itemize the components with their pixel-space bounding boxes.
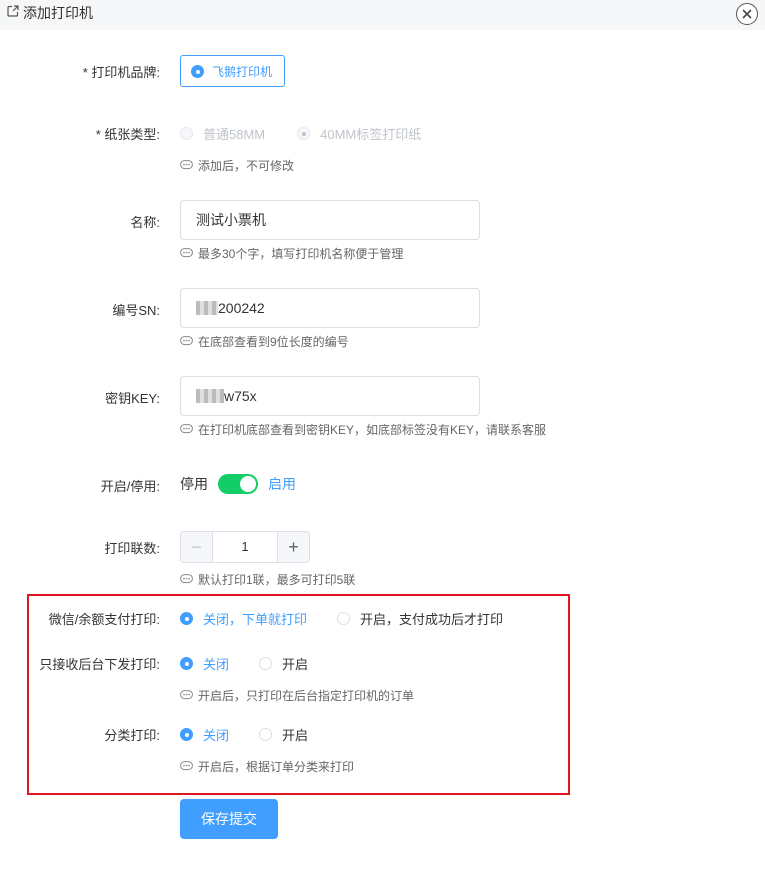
backend-only-radio-group: 关闭 开启	[180, 654, 338, 673]
dialog-titlebar: 添加打印机	[0, 0, 765, 30]
hint-text: 最多30个字，填写打印机名称便于管理	[198, 247, 404, 261]
hint-text: 在底部查看到9位长度的编号	[198, 335, 349, 349]
category-print-option-on[interactable]: 开启	[259, 725, 308, 744]
name-label: 名称:	[130, 215, 160, 230]
sn-label: 编号SN:	[112, 303, 160, 318]
sn-input[interactable]: 200242	[180, 288, 480, 328]
key-input[interactable]: w75x	[180, 376, 480, 416]
enable-toggle[interactable]	[218, 474, 258, 494]
radio-dot-icon	[180, 127, 193, 140]
hint-text: 开启后，根据订单分类来打印	[198, 760, 355, 774]
category-print-hint: 开启后，根据订单分类来打印	[180, 758, 354, 775]
close-icon	[742, 9, 752, 19]
external-link-icon	[7, 5, 19, 17]
radio-dot-icon	[191, 64, 204, 78]
speech-bubble-icon	[180, 160, 193, 170]
radio-label: 关闭	[203, 728, 230, 743]
save-submit-button[interactable]: 保存提交	[180, 799, 278, 839]
radio-dot-icon	[259, 657, 273, 670]
brand-option-label: 飞鹅打印机	[212, 64, 273, 79]
radio-dot-icon	[180, 657, 193, 670]
enable-label: 开启/停用:	[100, 479, 160, 494]
radio-dot-icon	[180, 612, 193, 625]
speech-bubble-icon	[180, 761, 193, 771]
hint-text: 添加后，不可修改	[198, 159, 295, 173]
redacted-mask	[196, 301, 218, 315]
copies-hint: 默认打印1联，最多可打印5联	[180, 571, 355, 588]
paper-label: * 纸张类型:	[95, 127, 160, 142]
sn-hint: 在底部查看到9位长度的编号	[180, 333, 349, 350]
key-control: w75x	[180, 376, 480, 416]
brand-option-button[interactable]: 飞鹅打印机	[180, 55, 286, 87]
brand-radio[interactable]	[191, 64, 204, 78]
radio-label: 关闭	[203, 657, 230, 672]
name-hint: 最多30个字，填写打印机名称便于管理	[180, 245, 403, 262]
radio-dot-icon	[297, 127, 311, 140]
radio-label: 开启，支付成功后才打印	[360, 612, 504, 627]
category-print-option-off[interactable]: 关闭	[180, 725, 229, 744]
sn-input-value: 200242	[218, 300, 265, 316]
paper-radio-group: 普通58MM 40MM标签打印纸	[180, 124, 451, 143]
radio-dot-icon	[180, 728, 193, 741]
radio-label: 开启	[282, 728, 309, 743]
hint-text: 默认打印1联，最多可打印5联	[198, 573, 356, 587]
speech-bubble-icon	[180, 336, 193, 346]
paper-option-58mm[interactable]: 普通58MM	[180, 124, 265, 143]
paper-option-label: 40MM标签打印纸	[320, 127, 422, 142]
backend-only-option-off[interactable]: 关闭	[180, 654, 229, 673]
switch-on-text: 启用	[268, 476, 296, 492]
key-hint: 在打印机底部查看到密钥KEY，如底部标签没有KEY，请联系客服	[180, 421, 546, 438]
category-print-label: 分类打印:	[104, 728, 160, 743]
enable-switch-group: 停用 启用	[180, 474, 296, 494]
hint-text: 在打印机底部查看到密钥KEY，如底部标签没有KEY，请联系客服	[198, 423, 547, 437]
switch-off-text: 停用	[180, 476, 208, 492]
wechat-pay-radio-group: 关闭，下单就打印 开启，支付成功后才打印	[180, 609, 533, 628]
radio-label: 关闭，下单就打印	[203, 612, 308, 627]
radio-dot-icon	[337, 612, 351, 625]
increment-button[interactable]: +	[277, 532, 309, 562]
key-label: 密钥KEY:	[105, 391, 160, 406]
hint-text: 开启后，只打印在后台指定打印机的订单	[198, 689, 415, 703]
category-print-radio-group: 关闭 开启	[180, 725, 338, 744]
wechat-pay-option-on[interactable]: 开启，支付成功后才打印	[337, 609, 503, 628]
wechat-pay-label: 微信/余额支付打印:	[48, 612, 160, 627]
key-input-value: w75x	[224, 388, 257, 404]
close-button[interactable]	[736, 3, 758, 25]
copies-label: 打印联数:	[104, 541, 160, 556]
paper-hint: 添加后，不可修改	[180, 157, 294, 174]
name-control	[180, 200, 480, 240]
copies-control: − 1 +	[180, 531, 310, 563]
toggle-knob	[240, 476, 256, 492]
paper-option-label: 普通58MM	[203, 127, 266, 142]
backend-only-option-on[interactable]: 开启	[259, 654, 308, 673]
paper-option-40mm[interactable]: 40MM标签打印纸	[297, 124, 421, 143]
wechat-pay-option-off[interactable]: 关闭，下单就打印	[180, 609, 307, 628]
speech-bubble-icon	[180, 574, 193, 584]
backend-only-hint: 开启后，只打印在后台指定打印机的订单	[180, 687, 414, 704]
speech-bubble-icon	[180, 424, 193, 434]
brand-control: 飞鹅打印机	[180, 55, 286, 87]
name-input[interactable]	[180, 200, 480, 240]
redacted-mask	[196, 389, 224, 403]
speech-bubble-icon	[180, 690, 193, 700]
radio-dot-icon	[259, 728, 273, 741]
dialog-title: 添加打印机	[23, 5, 93, 21]
backend-only-label: 只接收后台下发打印:	[39, 657, 160, 672]
speech-bubble-icon	[180, 248, 193, 258]
copies-stepper: − 1 +	[180, 531, 310, 563]
radio-label: 开启	[282, 657, 309, 672]
decrement-button[interactable]: −	[181, 532, 213, 562]
brand-label: * 打印机品牌:	[82, 65, 160, 80]
copies-value[interactable]: 1	[213, 532, 277, 562]
sn-control: 200242	[180, 288, 480, 328]
